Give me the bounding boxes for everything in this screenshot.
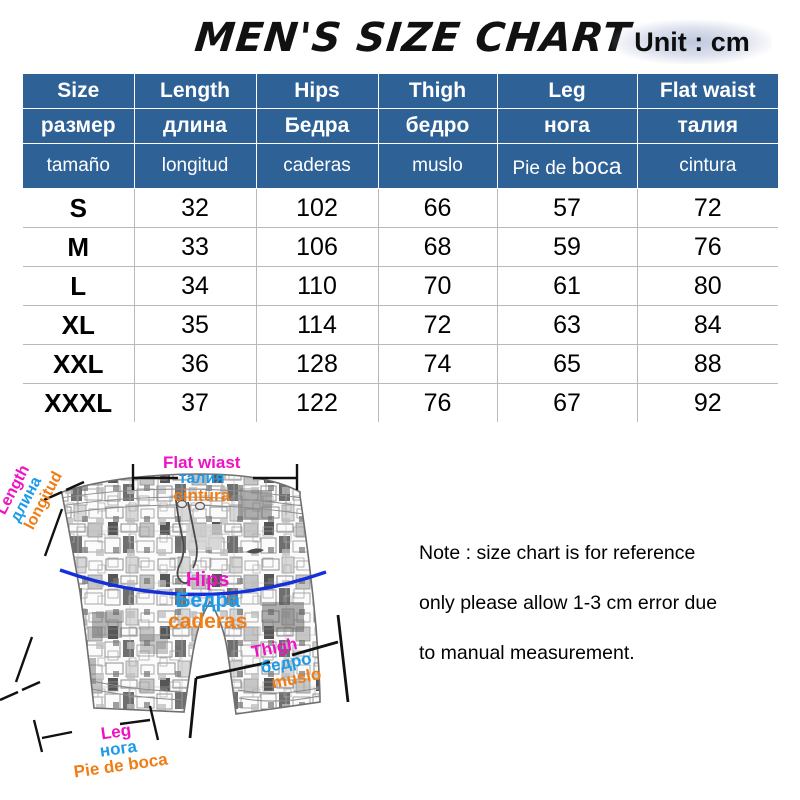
header-length-es: longitud [133, 143, 257, 189]
header-length-en: Length [133, 74, 257, 109]
header-size-ru: размер [23, 108, 135, 144]
header-size-es: tamaño [23, 143, 135, 189]
header-size-en: Size [23, 74, 135, 109]
table-header-row-es: tamaño longitud caderas muslo Pie de boc… [23, 143, 778, 189]
cell-flat-waist: 88 [636, 344, 778, 384]
header-leg-es-suffix: boca [571, 152, 622, 179]
header-length-ru: длина [133, 108, 257, 144]
cell-leg: 61 [496, 266, 637, 306]
cell-hips: 122 [255, 383, 378, 422]
cell-thigh: 70 [377, 266, 497, 306]
cell-thigh: 76 [377, 383, 497, 422]
cell-length: 34 [133, 266, 256, 306]
cell-size: S [23, 188, 134, 228]
cell-leg: 63 [496, 305, 637, 345]
note-line-3: to manual measurement. [419, 642, 635, 664]
cell-length: 32 [133, 188, 256, 228]
cell-size: XL [23, 305, 134, 345]
header-thigh-ru: бедро [377, 108, 498, 144]
cell-hips: 110 [255, 266, 378, 306]
size-table: Size Length Hips Thigh Leg Flat waist ра… [23, 74, 778, 422]
cell-flat-waist: 80 [636, 266, 778, 306]
header-flatwaist-ru: талия [636, 108, 778, 144]
cell-leg: 67 [496, 383, 637, 422]
table-row: XL 35 114 72 63 84 [23, 305, 778, 345]
table-row: S 32 102 66 57 72 [23, 188, 778, 228]
cell-thigh: 68 [377, 227, 497, 267]
header-leg-es: Pie de boca [496, 143, 638, 189]
unit-badge: Unit : cm [612, 20, 772, 64]
cell-flat-waist: 92 [636, 383, 778, 422]
unit-label: Unit : cm [634, 27, 750, 57]
page-title: MEN'S SIZE CHART [192, 15, 634, 61]
cell-length: 35 [133, 305, 256, 345]
cell-thigh: 72 [377, 305, 497, 345]
header-flatwaist-en: Flat waist [636, 74, 778, 109]
header-thigh-en: Thigh [377, 74, 498, 109]
cell-hips: 128 [255, 344, 378, 384]
header-thigh-es: muslo [377, 143, 498, 189]
table-header-row-en: Size Length Hips Thigh Leg Flat waist [23, 74, 778, 109]
cell-leg: 59 [496, 227, 637, 267]
table-row: XXXL 37 122 76 67 92 [23, 383, 778, 422]
cell-size: XXXL [23, 383, 134, 422]
cell-leg: 65 [496, 344, 637, 384]
table-row: M 33 106 68 59 76 [23, 227, 778, 267]
cell-length: 37 [133, 383, 256, 422]
cell-hips: 114 [255, 305, 378, 345]
waist-label-group: Flat wiast талия cintura [163, 454, 240, 504]
hips-label-es: caderas [168, 610, 248, 633]
cell-thigh: 74 [377, 344, 497, 384]
shorts-measurement-diagram: Flat wiast талия cintura Length длина lo… [0, 452, 400, 800]
size-chart-page: MEN'S SIZE CHART Unit : cm Size Length H… [0, 0, 800, 800]
note-line-2: only please allow 1-3 cm error due [419, 592, 718, 614]
header-hips-es: caderas [255, 143, 379, 189]
cell-length: 33 [133, 227, 256, 267]
hips-label-group: Hips Бедра caderas [168, 570, 247, 632]
waist-label-en: Flat wiast [163, 453, 241, 472]
table-row: L 34 110 70 61 80 [23, 266, 778, 306]
cell-flat-waist: 84 [636, 305, 778, 345]
table-row: XXL 36 128 74 65 88 [23, 344, 778, 384]
hips-label-en: Hips [186, 569, 230, 591]
cell-size: M [23, 227, 134, 267]
hips-label-ru: Бедра [175, 589, 241, 612]
cell-size: L [23, 266, 134, 306]
note-line-1: Note : size chart is for reference [419, 542, 696, 564]
header-hips-ru: Бедра [255, 108, 379, 144]
cell-flat-waist: 76 [636, 227, 778, 267]
cell-thigh: 66 [377, 188, 497, 228]
cell-leg: 57 [496, 188, 637, 228]
waist-label-es: cintura [173, 486, 231, 505]
cell-hips: 102 [255, 188, 378, 228]
table-header-row-ru: размер длина Бедра бедро нога талия [23, 108, 778, 144]
cell-hips: 106 [255, 227, 378, 267]
cell-length: 36 [133, 344, 256, 384]
note-text: Note : size chart is for reference only … [419, 528, 789, 678]
thigh-label-group: Thigh бедро muslo [250, 632, 323, 694]
waist-label-ru: талия [178, 470, 225, 487]
cell-size: XXL [23, 344, 134, 384]
header-flatwaist-es: cintura [636, 143, 778, 189]
header-leg-ru: нога [496, 108, 638, 144]
header-hips-en: Hips [255, 74, 379, 109]
cell-flat-waist: 72 [636, 188, 778, 228]
header-leg-es-prefix: Pie de [512, 157, 572, 179]
header-leg-en: Leg [496, 74, 638, 109]
